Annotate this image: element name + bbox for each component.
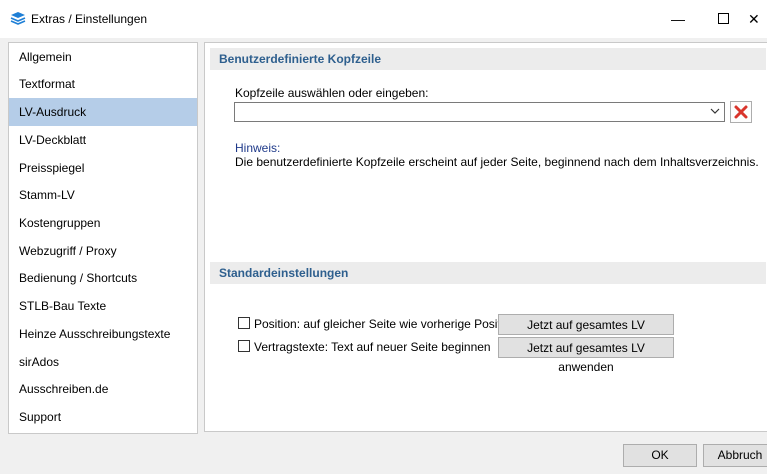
delete-kopfzeile-button[interactable] — [730, 101, 752, 123]
ok-button[interactable]: OK — [623, 444, 697, 467]
sidebar-item-stamm-lv[interactable]: Stamm-LV — [9, 181, 197, 209]
minimize-button[interactable]: — — [658, 4, 698, 34]
kopfzeile-field-label: Kopfzeile auswählen oder eingeben: — [235, 86, 429, 100]
chevron-down-icon — [710, 108, 720, 114]
vertragstexte-option-label: Vertragstexte: Text auf neuer Seite begi… — [254, 340, 491, 354]
section-header-standardeinstellungen: Standardeinstellungen — [210, 262, 766, 284]
sidebar-item-ausschreiben-de[interactable]: Ausschreiben.de — [9, 375, 197, 403]
close-button[interactable]: ✕ — [748, 4, 767, 34]
sidebar-item-kostengruppen[interactable]: Kostengruppen — [9, 209, 197, 237]
cancel-button[interactable]: Abbruch — [703, 444, 767, 467]
maximize-icon — [717, 13, 729, 24]
maximize-button[interactable] — [703, 4, 743, 34]
sidebar-item-textformat[interactable]: Textformat — [9, 70, 197, 98]
settings-sidebar: Allgemein Textformat LV-Ausdruck LV-Deck… — [8, 42, 198, 434]
sidebar-item-bedienung-shortcuts[interactable]: Bedienung / Shortcuts — [9, 264, 197, 292]
hint-text: Die benutzerdefinierte Kopfzeile erschei… — [235, 155, 759, 169]
sidebar-item-support[interactable]: Support — [9, 403, 197, 431]
vertragstexte-checkbox[interactable] — [238, 340, 250, 352]
option-row-position: Position: auf gleicher Seite wie vorheri… — [238, 314, 538, 334]
sidebar-item-lv-deckblatt[interactable]: LV-Deckblatt — [9, 126, 197, 154]
window-title: Extras / Einstellungen — [31, 12, 148, 26]
sidebar-item-siradis[interactable]: sirAdos — [9, 348, 197, 376]
sidebar-item-heinze[interactable]: Heinze Ausschreibungstexte — [9, 320, 197, 348]
sidebar-item-stlb-bau-texte[interactable]: STLB-Bau Texte — [9, 292, 197, 320]
delete-x-icon — [734, 105, 748, 119]
app-icon — [10, 12, 26, 25]
settings-content: Benutzerdefinierte Kopfzeile Kopfzeile a… — [204, 42, 767, 432]
section-header-kopfzeile: Benutzerdefinierte Kopfzeile — [210, 48, 766, 70]
kopfzeile-combobox[interactable] — [234, 102, 725, 122]
hint-title: Hinweis: — [235, 141, 281, 155]
option-row-vertragstexte: Vertragstexte: Text auf neuer Seite begi… — [238, 337, 538, 357]
apply-position-button[interactable]: Jetzt auf gesamtes LV anwenden — [498, 314, 674, 351]
sidebar-item-preisspiegel[interactable]: Preisspiegel — [9, 154, 197, 182]
apply-vertragstexte-button[interactable]: Jetzt auf gesamtes LV anwenden — [498, 337, 674, 374]
title-bar: Extras / Einstellungen — ✕ — [0, 0, 767, 38]
sidebar-item-allgemein[interactable]: Allgemein — [9, 43, 197, 71]
sidebar-item-lv-ausdruck[interactable]: LV-Ausdruck — [9, 98, 197, 126]
sidebar-item-webzugriff-proxy[interactable]: Webzugriff / Proxy — [9, 237, 197, 265]
position-checkbox[interactable] — [238, 317, 250, 329]
position-option-label: Position: auf gleicher Seite wie vorheri… — [254, 317, 517, 331]
